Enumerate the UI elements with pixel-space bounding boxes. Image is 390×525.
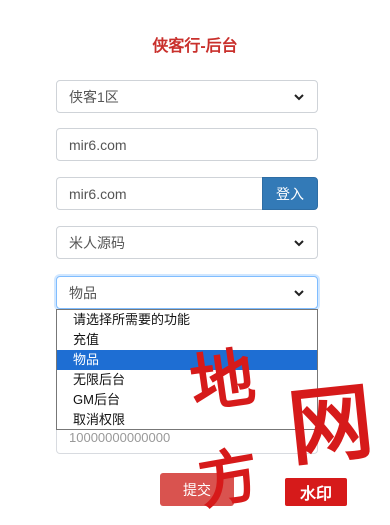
chevron-down-icon: [294, 289, 304, 296]
chevron-down-icon: [294, 93, 304, 100]
option-gm-backend[interactable]: GM后台: [57, 390, 317, 410]
amount-input-value: 10000000000000: [69, 429, 171, 445]
chevron-down-icon: [294, 239, 304, 246]
host-input[interactable]: mir6.com: [56, 128, 318, 161]
option-select-prompt[interactable]: 请选择所需要的功能: [57, 310, 317, 330]
option-recharge[interactable]: 充值: [57, 330, 317, 350]
function-options-list: 请选择所需要的功能 充值 物品 无限后台 GM后台 取消权限: [56, 309, 318, 430]
login-host-input-value: mir6.com: [69, 185, 127, 202]
source-select[interactable]: 米人源码: [56, 226, 318, 259]
option-items[interactable]: 物品: [57, 350, 317, 370]
submit-button[interactable]: 提交: [160, 473, 234, 506]
function-select-value: 物品: [69, 284, 97, 301]
page-title: 侠客行-后台: [152, 38, 238, 55]
login-host-input[interactable]: mir6.com: [56, 177, 262, 210]
login-input-group: mir6.com 登入: [56, 177, 318, 210]
source-select-value: 米人源码: [69, 234, 125, 251]
option-unlimited-backend[interactable]: 无限后台: [57, 370, 317, 390]
login-button[interactable]: 登入: [262, 177, 318, 210]
function-select[interactable]: 物品: [56, 276, 318, 309]
option-revoke-permission[interactable]: 取消权限: [57, 410, 317, 430]
watermark-badge: 水印: [285, 478, 347, 506]
server-select[interactable]: 侠客1区: [56, 80, 318, 113]
server-select-value: 侠客1区: [69, 88, 119, 105]
host-input-value: mir6.com: [69, 136, 127, 153]
